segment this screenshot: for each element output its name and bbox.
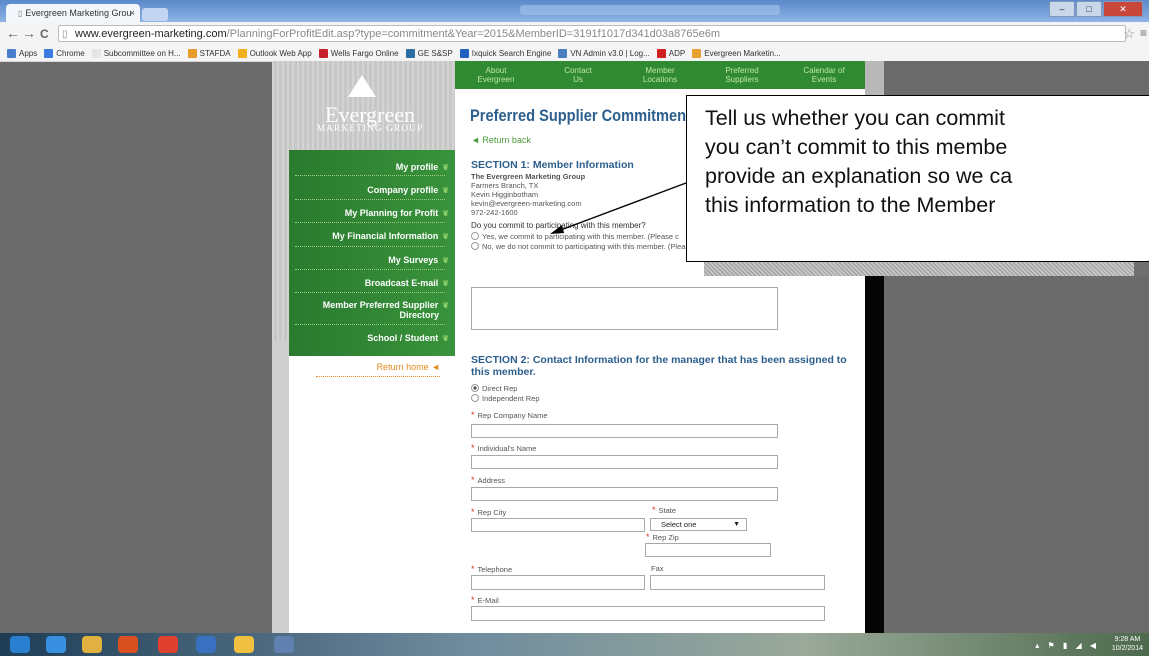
taskbar-app-icon[interactable] bbox=[118, 636, 138, 653]
system-tray-icons[interactable]: ▴ ⚑ ▮ ◢ ◀ bbox=[1035, 641, 1099, 650]
taskbar-app-icon[interactable] bbox=[10, 636, 30, 653]
taskbar-clock[interactable]: 9:28 AM 10/2/2014 bbox=[1112, 635, 1143, 653]
taskbar-app-icon[interactable] bbox=[158, 636, 178, 653]
taskbar-app-icon[interactable] bbox=[274, 636, 294, 653]
taskbar-app-icon[interactable] bbox=[234, 636, 254, 653]
taskbar-app-icon[interactable] bbox=[82, 636, 102, 653]
callout-arrow bbox=[550, 182, 687, 234]
taskbar-app-icon[interactable] bbox=[196, 636, 216, 653]
taskbar-app-icon[interactable] bbox=[46, 636, 66, 653]
